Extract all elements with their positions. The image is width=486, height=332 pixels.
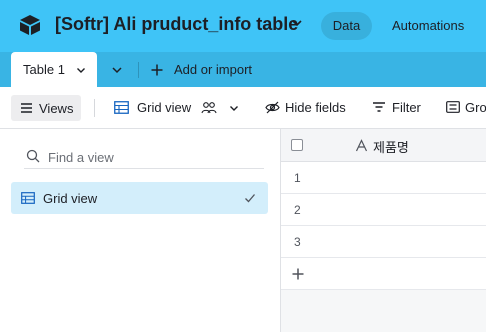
check-icon [245, 194, 255, 203]
views-toggle-button[interactable]: Views [11, 95, 81, 121]
sidebar-item-grid-view[interactable]: Grid view [11, 182, 268, 214]
table-row[interactable]: 2 [281, 194, 486, 226]
column-header-product-name[interactable]: 제품명 [373, 137, 409, 156]
plus-icon [292, 268, 304, 280]
grid-view-label: Grid view [137, 100, 192, 115]
divider [138, 62, 139, 78]
all-tables-chevron-icon[interactable] [110, 63, 124, 77]
view-toolbar: Views Grid view Hide fields Filter Gro [0, 87, 486, 129]
group-label: Gro [465, 100, 486, 115]
table-row[interactable]: 3 [281, 226, 486, 258]
group-button[interactable]: Gro [446, 99, 486, 117]
table-tab-bar: Table 1 Add or import [0, 52, 486, 87]
chevron-down-icon [230, 106, 238, 111]
chevron-down-icon[interactable] [290, 16, 304, 30]
hide-fields-label: Hide fields [285, 100, 346, 115]
chevron-down-icon[interactable] [75, 64, 87, 76]
add-record-button[interactable] [281, 258, 486, 290]
views-label: Views [39, 101, 74, 116]
tab-data[interactable]: Data [321, 12, 372, 40]
tab-table-1[interactable]: Table 1 [11, 52, 97, 87]
filter-label: Filter [392, 100, 421, 115]
table-row[interactable]: 1 [281, 162, 486, 194]
row-number: 2 [294, 203, 301, 217]
tab-automations[interactable]: Automations [392, 12, 464, 40]
find-view-field[interactable] [24, 145, 264, 169]
search-icon [26, 149, 40, 163]
app-header: [Softr] Ali pruduct_info table Data Auto… [0, 0, 486, 52]
view-item-label: Grid view [43, 191, 98, 206]
plus-icon [151, 64, 163, 76]
row-number: 1 [294, 171, 301, 185]
tab-label: Table 1 [23, 62, 65, 77]
row-number: 3 [294, 235, 301, 249]
find-view-input[interactable] [48, 147, 258, 167]
base-logo-icon[interactable] [18, 13, 42, 37]
select-all-checkbox[interactable] [291, 139, 303, 151]
hide-fields-button[interactable]: Hide fields [265, 99, 350, 117]
grid-header-row: 제품명 [281, 129, 486, 162]
add-or-import-label: Add or import [174, 62, 253, 77]
grid-icon [21, 192, 35, 204]
views-sidebar: Grid view [0, 129, 281, 332]
data-grid: 제품명 1 2 3 [281, 129, 486, 332]
base-title[interactable]: [Softr] Ali pruduct_info table [55, 14, 298, 35]
hamburger-icon [21, 103, 32, 113]
collaborators-icon [201, 102, 217, 114]
text-field-icon [355, 139, 368, 152]
divider [94, 99, 95, 117]
group-icon [446, 101, 460, 113]
filter-icon [373, 102, 385, 112]
eye-slash-icon [265, 101, 280, 114]
grid-icon [114, 101, 129, 114]
filter-button[interactable]: Filter [372, 99, 424, 117]
grid-view-switcher[interactable]: Grid view [114, 99, 240, 117]
